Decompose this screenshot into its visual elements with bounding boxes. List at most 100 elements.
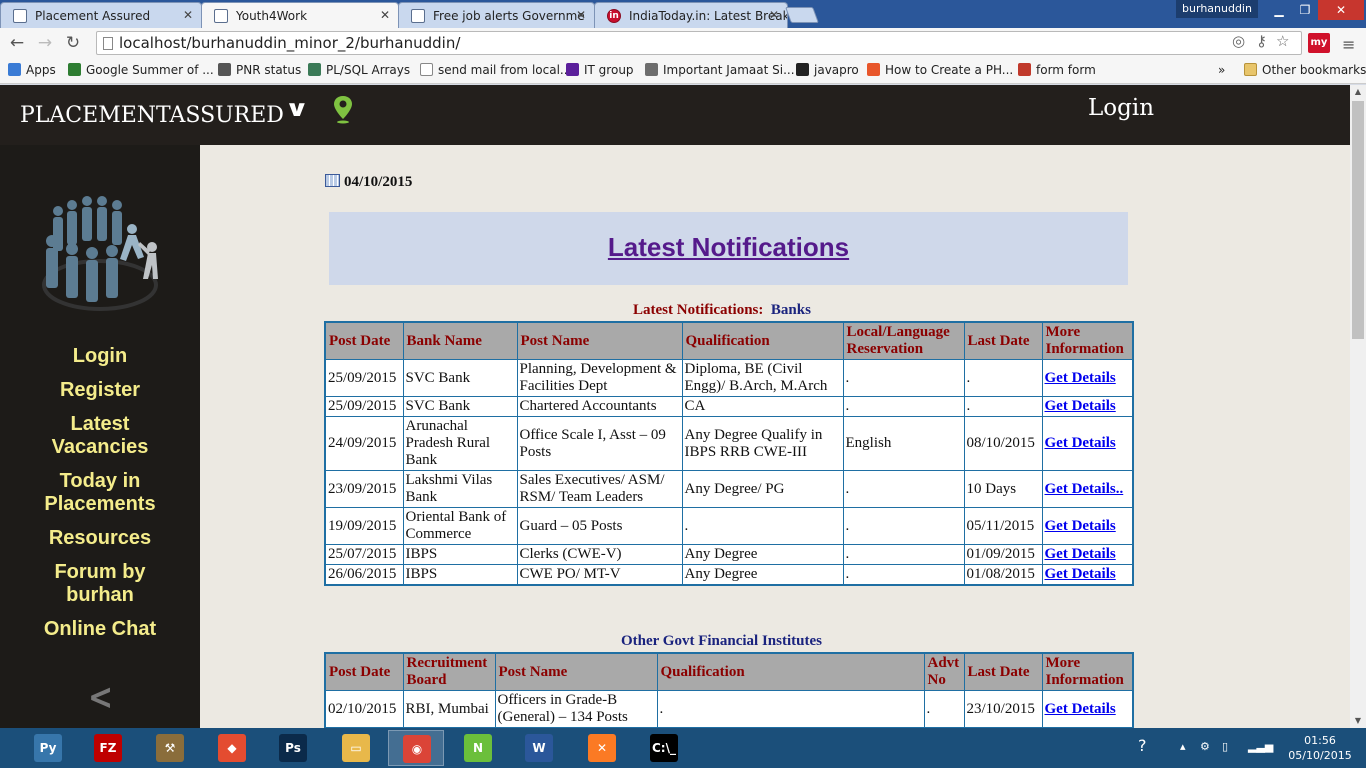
table-cell: Clerks (CWE-V) (516, 544, 683, 565)
bookmark-star-icon[interactable]: ☆ (1276, 32, 1289, 50)
tab-favicon-icon (13, 9, 27, 23)
scroll-up-icon[interactable]: ▲ (1350, 85, 1366, 99)
taskbar-app[interactable]: ◆ (204, 730, 260, 766)
power-icon[interactable]: ▯ (1222, 740, 1228, 753)
taskbar-app[interactable]: ◉ (388, 730, 444, 766)
forward-icon[interactable]: → (34, 32, 56, 54)
scroll-down-icon[interactable]: ▼ (1350, 714, 1366, 728)
chevron-down-icon[interactable]: ∨ (284, 97, 309, 122)
minimize-button[interactable]: ▁ (1266, 0, 1292, 20)
get-details-link[interactable]: Get Details (1045, 435, 1116, 451)
location-icon[interactable]: ◎ (1232, 32, 1245, 50)
address-bar[interactable]: localhost/burhanuddin_minor_2/burhanuddi… (96, 31, 1302, 55)
get-details-link[interactable]: Get Details (1045, 518, 1116, 534)
tray-expand-icon[interactable]: ▴ (1180, 740, 1186, 753)
banks-table: Post Date Bank Name Post Name Qualification… (324, 321, 1134, 586)
taskbar-app[interactable]: ✕ (574, 730, 630, 766)
column-header: More Information (1041, 652, 1134, 691)
site-brand[interactable]: PLACEMENTASSURED (20, 103, 284, 128)
map-pin-icon[interactable] (333, 95, 353, 125)
table-cell: Oriental Bank of Commerce (402, 507, 518, 545)
get-details-link[interactable]: Get Details (1045, 370, 1116, 386)
bookmark-item[interactable]: Important Jamaat Si... (645, 63, 795, 77)
taskbar-app[interactable]: C:\_ (636, 730, 692, 766)
new-tab-button[interactable] (785, 7, 819, 23)
bookmark-item[interactable]: IT group (566, 63, 634, 77)
chrome-icon: ◉ (403, 735, 431, 763)
tray-app-icon[interactable]: ⚙ (1200, 740, 1210, 753)
bookmark-item[interactable]: PNR status (218, 63, 301, 77)
taskbar-app[interactable]: ⚒ (142, 730, 198, 766)
table-cell: Chartered Accountants (516, 396, 683, 417)
notifications-banner: Latest Notifications (329, 212, 1128, 285)
extension-my-icon[interactable]: my (1308, 33, 1330, 53)
tab-close-icon[interactable]: ✕ (769, 8, 779, 22)
taskbar-app[interactable]: N (450, 730, 506, 766)
sidebar-nav-item[interactable]: Login (36, 345, 164, 368)
taskbar-app[interactable]: Py (20, 730, 76, 766)
browser-tab[interactable]: in IndiaToday.in: Latest Break ✕ (594, 2, 788, 28)
chrome-menu-icon[interactable]: ≡ (1342, 35, 1355, 54)
key-icon[interactable]: ⚷ (1256, 32, 1267, 50)
chevron-left-icon[interactable]: < (88, 677, 113, 719)
bookmark-item[interactable]: send mail from local... (420, 63, 571, 77)
tab-close-icon[interactable]: ✕ (183, 8, 193, 22)
bookmark-item[interactable]: Google Summer of ... (68, 63, 214, 77)
get-details-link[interactable]: Get Details (1045, 566, 1116, 582)
header-login-link[interactable]: Login (1088, 95, 1154, 121)
folder-icon (1244, 63, 1257, 76)
get-details-link[interactable]: Get Details.. (1045, 481, 1124, 497)
team-circle-logo (42, 196, 158, 311)
sidebar-nav-item[interactable]: Online Chat (36, 618, 164, 641)
table-cell: 05/11/2015 (963, 507, 1043, 545)
profile-name[interactable]: burhanuddin (1176, 0, 1258, 18)
get-details-link[interactable]: Get Details (1045, 701, 1116, 717)
bookmark-item[interactable]: How to Create a PH... (867, 63, 1013, 77)
sidebar-nav-item[interactable]: Resources (36, 527, 164, 550)
table-row: 26/06/2015 IBPS CWE PO/ MT-V Any Degree. 01/… (324, 564, 1134, 586)
table-cell: 25/09/2015 (324, 396, 404, 417)
tab-close-icon[interactable]: ✕ (576, 8, 586, 22)
bookmark-item[interactable]: javapro (796, 63, 859, 77)
sidebar-nav-item[interactable]: Register (36, 379, 164, 402)
bookmark-item[interactable]: Apps (8, 63, 56, 77)
taskbar-app[interactable]: Ps (265, 730, 321, 766)
column-header: Local/Language Reservation (842, 321, 965, 360)
tab-close-icon[interactable]: ✕ (380, 8, 390, 22)
get-details-link[interactable]: Get Details (1045, 546, 1116, 562)
other-bookmarks[interactable]: Other bookmarks (1244, 63, 1366, 77)
details-cell: Get Details (1041, 690, 1134, 728)
bookmark-label: IT group (584, 63, 634, 77)
notepadpp-icon: N (464, 734, 492, 762)
cmd-icon: C:\_ (650, 734, 678, 762)
page-scrollbar[interactable]: ▲ ▼ (1350, 85, 1366, 728)
table-cell: 25/07/2015 (324, 544, 404, 565)
taskbar-app[interactable]: ▭ (328, 730, 384, 766)
sidebar-nav-item[interactable]: Forum by burhan (36, 561, 164, 607)
system-clock[interactable]: 01:56 05/10/2015 (1280, 733, 1360, 763)
sidebar-nav-item[interactable]: Latest Vacancies (36, 413, 164, 459)
sidebar-nav-item[interactable]: Today in Placements (36, 470, 164, 516)
browser-tab[interactable]: Placement Assured ✕ (0, 2, 202, 28)
back-icon[interactable]: ← (6, 32, 28, 54)
help-alert-icon[interactable]: ? (1138, 736, 1147, 755)
table-cell: Planning, Development & Facilities Dept (516, 359, 683, 397)
bookmark-label: send mail from local... (438, 63, 572, 77)
scrollbar-thumb[interactable] (1352, 101, 1364, 339)
taskbar-app[interactable]: FZ (80, 730, 136, 766)
browser-toolbar: ← → ↻ localhost/burhanuddin_minor_2/burh… (0, 28, 1366, 58)
bookmark-item[interactable]: PL/SQL Arrays (308, 63, 410, 77)
bookmark-item[interactable]: form form (1018, 63, 1096, 77)
table-cell: 23/09/2015 (324, 470, 404, 508)
bookmarks-overflow-icon[interactable]: » (1218, 63, 1225, 77)
maximize-button[interactable]: ❐ (1292, 0, 1318, 20)
taskbar-app[interactable]: W (511, 730, 567, 766)
latest-notifications-link[interactable]: Latest Notifications (608, 232, 849, 263)
browser-tab[interactable]: Free job alerts Governme ✕ (398, 2, 595, 28)
browser-tab[interactable]: Youth4Work ✕ (201, 2, 399, 28)
bookmark-label: Google Summer of ... (86, 63, 214, 77)
get-details-link[interactable]: Get Details (1045, 398, 1116, 414)
network-signal-icon[interactable]: ▂▃▅ (1248, 740, 1273, 753)
reload-icon[interactable]: ↻ (62, 32, 84, 54)
close-window-button[interactable]: ✕ (1318, 0, 1364, 20)
